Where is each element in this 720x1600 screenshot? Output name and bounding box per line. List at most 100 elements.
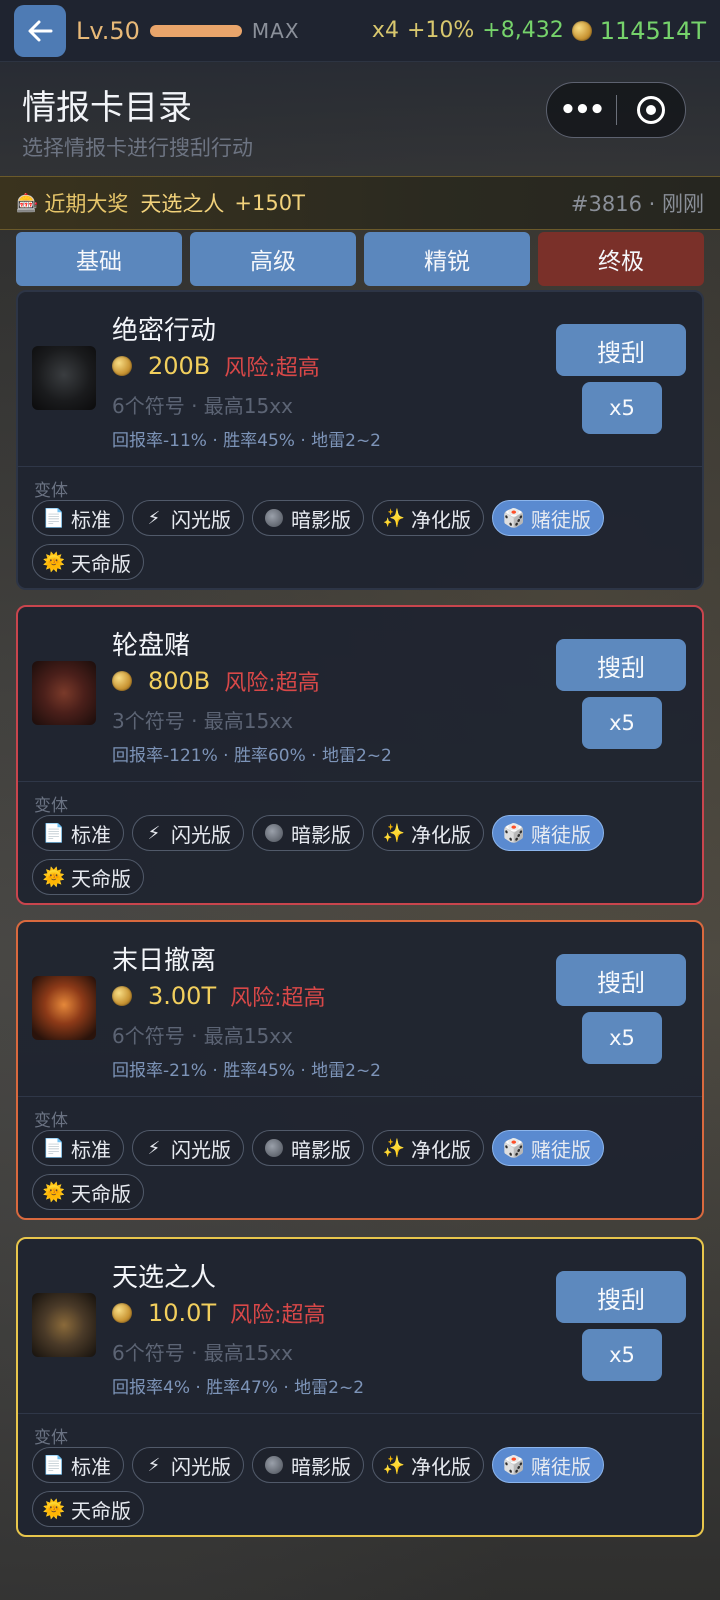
document-icon: 📄 bbox=[42, 1454, 66, 1476]
coin-icon bbox=[112, 671, 132, 691]
variant-chip[interactable]: ⚡ 闪光版 bbox=[132, 1130, 244, 1166]
card-symbols: 6个符号 · 最高15xx bbox=[112, 1024, 293, 1048]
variant-chip-label: 天命版 bbox=[71, 551, 131, 576]
variant-chip-label: 标准 bbox=[71, 822, 111, 847]
variant-chip[interactable]: 🎲 赌徒版 bbox=[492, 815, 604, 851]
variant-chips: 📄 标准 ⚡ 闪光版 暗影版 ✨ 净化版 🎲 赌徒版 🌞 天命版 bbox=[32, 1447, 672, 1527]
card-divider bbox=[18, 466, 702, 467]
card-thumbnail bbox=[32, 1293, 96, 1357]
card-price: 800B bbox=[148, 667, 211, 695]
card-thumbnail bbox=[32, 661, 96, 725]
arrow-left-icon bbox=[28, 20, 53, 41]
scrape-x5-button[interactable]: x5 bbox=[582, 697, 662, 749]
variant-chip[interactable]: 📄 标准 bbox=[32, 815, 124, 851]
variant-chip[interactable]: 🌞 天命版 bbox=[32, 1174, 144, 1210]
page-subtitle: 选择情报卡进行搜刮行动 bbox=[22, 136, 253, 160]
variant-chip[interactable]: 🎲 赌徒版 bbox=[492, 1130, 604, 1166]
sparkles-icon: ✨ bbox=[382, 1137, 406, 1159]
variant-label: 变体 bbox=[34, 1428, 68, 1448]
variant-chips: 📄 标准 ⚡ 闪光版 暗影版 ✨ 净化版 🎲 赌徒版 🌞 天命版 bbox=[32, 500, 672, 580]
sparkles-icon: ✨ bbox=[382, 822, 406, 844]
variant-chip[interactable]: ✨ 净化版 bbox=[372, 500, 484, 536]
scrape-button[interactable]: 搜刮 bbox=[556, 954, 686, 1006]
coin-icon bbox=[112, 986, 132, 1006]
shadow-circle-icon bbox=[263, 822, 285, 844]
variant-chip[interactable]: 暗影版 bbox=[252, 815, 364, 851]
card-stats: 回报率-21% · 胜率45% · 地雷2~2 bbox=[112, 1061, 382, 1081]
variant-chip-label: 标准 bbox=[71, 1454, 111, 1479]
variant-chip[interactable]: 🌞 天命版 bbox=[32, 1491, 144, 1527]
variant-chip[interactable]: ✨ 净化版 bbox=[372, 1447, 484, 1483]
shadow-circle-icon bbox=[263, 1137, 285, 1159]
back-button[interactable] bbox=[14, 4, 66, 57]
card-divider bbox=[18, 1413, 702, 1414]
card-symbols: 6个符号 · 最高15xx bbox=[112, 1341, 293, 1365]
scrape-x5-button[interactable]: x5 bbox=[582, 382, 662, 434]
variant-chip-label: 闪光版 bbox=[171, 507, 231, 532]
variant-chip[interactable]: 📄 标准 bbox=[32, 500, 124, 536]
card-symbols: 6个符号 · 最高15xx bbox=[112, 394, 293, 418]
lightning-icon: ⚡ bbox=[147, 1137, 161, 1159]
balance: 114514T bbox=[599, 16, 706, 45]
variant-chip-label: 暗影版 bbox=[291, 1137, 351, 1162]
card-price-row: 10.0T 风险:超高 bbox=[112, 1297, 326, 1329]
variant-chip[interactable]: ✨ 净化版 bbox=[372, 815, 484, 851]
card-price-row: 200B 风险:超高 bbox=[112, 350, 320, 382]
document-icon: 📄 bbox=[42, 1137, 66, 1159]
coin-icon bbox=[112, 1303, 132, 1323]
sun-icon: 🌞 bbox=[42, 866, 66, 888]
tab-ultimate[interactable]: 终极 bbox=[538, 232, 704, 286]
variant-chip-label: 净化版 bbox=[411, 507, 471, 532]
tab-basic[interactable]: 基础 bbox=[16, 232, 182, 286]
card-thumbnail bbox=[32, 346, 96, 410]
variant-chip[interactable]: 🎲 赌徒版 bbox=[492, 500, 604, 536]
variant-chip[interactable]: 暗影版 bbox=[252, 1130, 364, 1166]
variant-label: 变体 bbox=[34, 1111, 68, 1131]
scrape-button[interactable]: 搜刮 bbox=[556, 639, 686, 691]
variant-label: 变体 bbox=[34, 796, 68, 816]
variant-chip[interactable]: 📄 标准 bbox=[32, 1130, 124, 1166]
scrape-x5-button[interactable]: x5 bbox=[582, 1012, 662, 1064]
jackpot-card: 天选之人 bbox=[140, 192, 225, 216]
dice-icon: 🎲 bbox=[502, 822, 526, 844]
variant-chip[interactable]: ⚡ 闪光版 bbox=[132, 500, 244, 536]
card-stats: 回报率-11% · 胜率45% · 地雷2~2 bbox=[112, 431, 382, 451]
variant-chip-label: 天命版 bbox=[71, 1181, 131, 1206]
tab-advanced[interactable]: 高级 bbox=[190, 232, 356, 286]
sun-icon: 🌞 bbox=[42, 1498, 66, 1520]
tab-elite[interactable]: 精锐 bbox=[364, 232, 530, 286]
card-name: 天选之人 bbox=[112, 1263, 217, 1293]
close-target-icon[interactable] bbox=[617, 96, 685, 124]
dice-icon: 🎲 bbox=[502, 1137, 526, 1159]
document-icon: 📄 bbox=[42, 822, 66, 844]
variant-chip-label: 闪光版 bbox=[171, 1454, 231, 1479]
variant-chip-label: 暗影版 bbox=[291, 507, 351, 532]
card-price: 10.0T bbox=[148, 1299, 217, 1327]
scrape-x5-button[interactable]: x5 bbox=[582, 1329, 662, 1381]
coin-icon bbox=[571, 20, 592, 41]
income-gain: +8,432 bbox=[482, 18, 564, 43]
card-price-row: 800B 风险:超高 bbox=[112, 665, 320, 697]
shadow-circle-icon bbox=[263, 507, 285, 529]
variant-chip-label: 闪光版 bbox=[171, 822, 231, 847]
scrape-button[interactable]: 搜刮 bbox=[556, 324, 686, 376]
variant-chip[interactable]: 📄 标准 bbox=[32, 1447, 124, 1483]
variant-chip[interactable]: 🌞 天命版 bbox=[32, 544, 144, 580]
variant-chip[interactable]: ✨ 净化版 bbox=[372, 1130, 484, 1166]
variant-chip-label: 净化版 bbox=[411, 822, 471, 847]
variant-chip[interactable]: 🌞 天命版 bbox=[32, 859, 144, 895]
variant-chip-label: 暗影版 bbox=[291, 1454, 351, 1479]
sun-icon: 🌞 bbox=[42, 551, 66, 573]
more-icon[interactable]: ••• bbox=[547, 95, 616, 125]
scrape-button[interactable]: 搜刮 bbox=[556, 1271, 686, 1323]
variant-chip-label: 闪光版 bbox=[171, 1137, 231, 1162]
variant-chip[interactable]: 🎲 赌徒版 bbox=[492, 1447, 604, 1483]
variant-chip[interactable]: 暗影版 bbox=[252, 500, 364, 536]
variant-chip[interactable]: 暗影版 bbox=[252, 1447, 364, 1483]
page-title: 情报卡目录 bbox=[22, 88, 192, 128]
variant-chip[interactable]: ⚡ 闪光版 bbox=[132, 815, 244, 851]
dice-icon: 🎲 bbox=[502, 507, 526, 529]
variant-chip[interactable]: ⚡ 闪光版 bbox=[132, 1447, 244, 1483]
variant-chip-label: 标准 bbox=[71, 507, 111, 532]
card-name: 轮盘赌 bbox=[112, 631, 191, 661]
